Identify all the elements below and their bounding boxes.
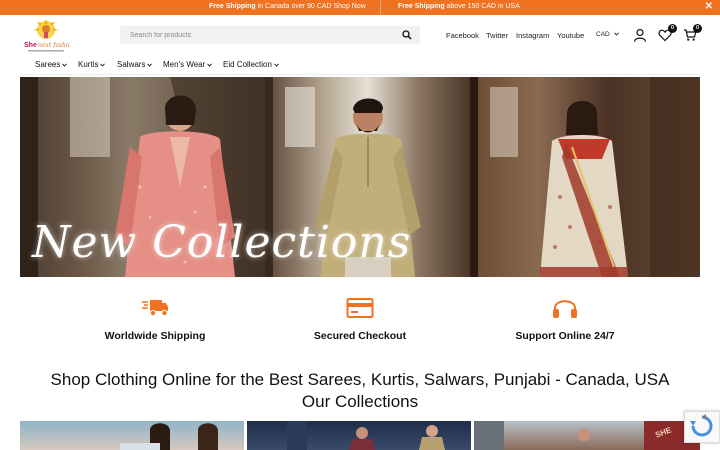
announcement-msg2-rest: above 150 CAD in USA	[444, 3, 520, 10]
chevron-down-icon	[274, 63, 279, 67]
nav-divider	[20, 74, 700, 75]
currency-selector[interactable]: CAD	[596, 31, 619, 38]
chevron-down-icon	[147, 63, 153, 67]
close-icon[interactable]: ✕	[705, 1, 713, 12]
search-input[interactable]	[120, 26, 400, 44]
headphones-icon	[553, 300, 577, 318]
announcement-msg2-bold: Free Shipping	[398, 3, 445, 10]
announcement-message-usa: Free Shipping above 150 CAD in USA	[398, 3, 520, 10]
nav-item-label: Eid Collection	[223, 60, 272, 69]
search-icon[interactable]	[402, 30, 412, 40]
svg-text:next fashion: next fashion	[38, 42, 70, 49]
credit-card-icon	[346, 298, 374, 318]
nav-item-salwars[interactable]: Salwars	[117, 60, 153, 69]
chevron-down-icon	[613, 32, 619, 36]
youtube-link[interactable]: Youtube	[557, 31, 584, 40]
feature-support-online: Support Online 24/7	[490, 296, 640, 342]
hero-heading: New Collections	[32, 217, 412, 268]
announcement-msg1-rest: in Canada over 90 CAD Shop Now	[255, 3, 366, 10]
collection-card[interactable]	[247, 421, 471, 450]
nav-item-mens-wear[interactable]: Men's Wear	[163, 60, 213, 69]
twitter-link[interactable]: Twitter	[486, 31, 508, 40]
cart-button[interactable]: 0	[683, 24, 702, 42]
svg-text:She: She	[24, 42, 37, 49]
feature-label: Secured Checkout	[313, 330, 407, 342]
chevron-down-icon	[62, 63, 68, 67]
announcement-bar: Free Shipping in Canada over 90 CAD Shop…	[0, 0, 720, 15]
nav-item-label: Sarees	[35, 60, 61, 69]
chevron-down-icon	[207, 63, 213, 67]
page-title: Shop Clothing Online for the Best Sarees…	[50, 370, 670, 389]
feature-label: Support Online 24/7	[515, 330, 615, 342]
user-icon[interactable]	[633, 28, 647, 42]
nav-item-label: Men's Wear	[163, 60, 206, 69]
logo[interactable]: She next fashion	[22, 18, 75, 54]
feature-secured-checkout: Secured Checkout	[285, 296, 435, 342]
hero-panel-right	[470, 77, 700, 277]
nav-item-label: Salwars	[117, 60, 146, 69]
cart-count-badge: 0	[693, 24, 702, 33]
recaptcha-icon	[690, 414, 713, 437]
announcement-message-canada[interactable]: Free Shipping in Canada over 90 CAD Shop…	[209, 3, 366, 10]
announcement-divider	[380, 0, 381, 15]
nav-item-sarees[interactable]: Sarees	[35, 60, 68, 69]
announcement-msg1-bold: Free Shipping	[209, 3, 256, 10]
nav-item-eid-collection[interactable]: Eid Collection	[223, 60, 279, 69]
collection-card[interactable]: SHE	[474, 421, 700, 450]
currency-value: CAD	[596, 31, 610, 38]
truck-icon	[142, 300, 168, 317]
nav-item-label: Kurtis	[78, 60, 99, 69]
nav-item-kurtis[interactable]: Kurtis	[78, 60, 106, 69]
feature-worldwide-shipping: Worldwide Shipping	[80, 296, 230, 342]
wishlist-button[interactable]: 0	[658, 24, 677, 42]
chevron-down-icon	[100, 63, 106, 67]
feature-label: Worldwide Shipping	[104, 330, 206, 342]
wishlist-count-badge: 0	[668, 24, 677, 33]
recaptcha-badge[interactable]	[684, 411, 720, 443]
search-bar	[120, 26, 420, 44]
main-nav: Sarees Kurtis Salwars Men's Wear Eid Col…	[20, 56, 700, 74]
facebook-link[interactable]: Facebook	[446, 31, 479, 40]
instagram-link[interactable]: Instagram	[516, 31, 549, 40]
collections-heading: Our Collections	[301, 392, 419, 411]
collection-card[interactable]	[20, 421, 244, 450]
hero-banner[interactable]: New Collections	[20, 77, 700, 277]
